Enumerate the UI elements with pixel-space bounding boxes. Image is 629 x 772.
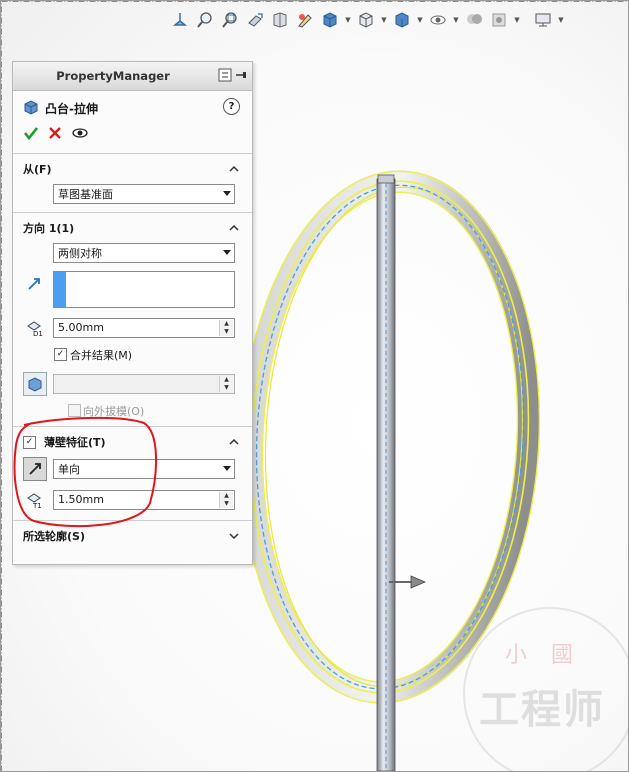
thickness-value: 1.50mm	[58, 493, 104, 506]
from-select-value: 草图基准面	[58, 188, 113, 201]
depth-value: 5.00mm	[58, 321, 104, 334]
draft-outward-checkbox[interactable]	[68, 404, 81, 417]
section-icon[interactable]	[269, 9, 291, 31]
draft-toggle-icon[interactable]	[23, 372, 47, 396]
eye-icon[interactable]	[71, 126, 89, 143]
chevron-down-icon[interactable]	[228, 529, 240, 541]
divider	[13, 426, 252, 427]
property-manager-header: PropertyManager	[13, 62, 252, 91]
display-style-icon[interactable]	[355, 9, 377, 31]
depth-spin-input[interactable]: 5.00mm ▲ ▼	[53, 318, 235, 338]
zoom-fit-icon[interactable]	[194, 9, 216, 31]
end-condition-value: 两侧对称	[58, 247, 102, 260]
thin-reverse-direction-icon[interactable]	[23, 457, 47, 481]
direction1-section-header[interactable]: 方向 1(1)	[23, 219, 242, 237]
from-select[interactable]: 草图基准面	[53, 184, 235, 204]
x-icon[interactable]	[48, 126, 62, 143]
draft-spin-buttons[interactable]: ▲ ▼	[219, 376, 233, 392]
chevron-up-icon[interactable]	[228, 162, 240, 174]
feature-name: 凸台-拉伸	[45, 101, 98, 116]
monitor-dropdown-icon[interactable]: ▼	[557, 16, 565, 24]
previous-view-icon[interactable]	[244, 9, 266, 31]
chevron-up-icon[interactable]	[228, 221, 240, 233]
divider	[13, 153, 252, 154]
edit-appearance-dropdown-icon[interactable]: ▼	[452, 16, 460, 24]
app-window: 小國 工程师 ▼ ▼ ▼ ▼ ▼ ▼ PropertyManager 凸台-拉伸…	[0, 0, 629, 772]
view-orientation-icon[interactable]	[319, 9, 341, 31]
draft-angle-input[interactable]: ▲ ▼	[53, 374, 235, 394]
reverse-direction-icon[interactable]	[23, 273, 45, 295]
apply-scene-icon[interactable]	[463, 9, 485, 31]
help-icon[interactable]: ?	[223, 98, 240, 115]
thin-type-select[interactable]: 单向	[53, 459, 235, 479]
dynamic-annotation-icon[interactable]	[294, 9, 316, 31]
thin-feature-checkbox[interactable]: ✓	[23, 435, 36, 449]
draft-outward-label: 向外拔模(O)	[83, 405, 145, 418]
divider	[13, 520, 252, 521]
svg-text:T1: T1	[32, 502, 42, 510]
from-section-header[interactable]: 从(F)	[23, 160, 242, 178]
extrude-boss-icon	[23, 99, 39, 118]
depth-spin-buttons[interactable]: ▲ ▼	[219, 320, 233, 336]
heads-up-view-toolbar: ▼ ▼ ▼ ▼ ▼ ▼	[169, 7, 565, 33]
chevron-down-icon	[220, 461, 234, 477]
hide-show-dropdown-icon[interactable]: ▼	[416, 16, 424, 24]
thin-type-value: 单向	[58, 463, 80, 476]
checkmark-icon[interactable]	[23, 125, 39, 144]
view-settings-icon[interactable]	[488, 9, 510, 31]
chevron-down-icon	[220, 186, 234, 202]
hide-show-icon[interactable]	[391, 9, 413, 31]
selected-contours-label: 所选轮廓(S)	[23, 530, 85, 543]
view-settings-dropdown-icon[interactable]: ▼	[513, 16, 521, 24]
selection-marker	[54, 272, 66, 307]
direction-vector-list[interactable]	[53, 271, 235, 308]
selected-contours-section-header[interactable]: 所选轮廓(S)	[23, 527, 242, 545]
pin-icon[interactable]	[234, 68, 248, 85]
zoom-area-icon[interactable]	[219, 9, 241, 31]
thickness-spin-input[interactable]: 1.50mm ▲ ▼	[53, 490, 235, 510]
svg-text:D1: D1	[33, 330, 43, 338]
display-style-dropdown-icon[interactable]: ▼	[380, 16, 388, 24]
merge-result-checkbox[interactable]: ✓	[54, 348, 67, 361]
property-manager-title: PropertyManager	[56, 69, 170, 83]
thickness-spin-buttons[interactable]: ▲ ▼	[219, 492, 233, 508]
collapse-panel-icon[interactable]	[218, 68, 232, 85]
thin-feature-section-header[interactable]: ✓ 薄壁特征(T)	[23, 433, 242, 451]
thin-feature-label: 薄壁特征(T)	[44, 436, 106, 449]
thickness-dimension-icon: T1	[23, 489, 45, 511]
direction1-section-label: 方向 1(1)	[23, 222, 75, 235]
view-orientation-dropdown-icon[interactable]: ▼	[344, 16, 352, 24]
depth-dimension-icon: D1	[23, 317, 45, 339]
feature-title-row: 凸台-拉伸 ?	[23, 98, 242, 118]
monitor-icon[interactable]	[532, 9, 554, 31]
divider	[13, 212, 252, 213]
merge-result-label: 合并结果(M)	[70, 349, 133, 362]
chevron-up-icon[interactable]	[228, 435, 240, 447]
from-section-label: 从(F)	[23, 163, 52, 176]
action-buttons	[23, 124, 89, 144]
end-condition-select[interactable]: 两侧对称	[53, 243, 235, 263]
rod-body	[376, 174, 396, 771]
edit-appearance-icon[interactable]	[427, 9, 449, 31]
header-controls	[218, 68, 248, 85]
chevron-down-icon	[220, 245, 234, 261]
section-view-icon[interactable]	[169, 9, 191, 31]
property-manager-panel: PropertyManager 凸台-拉伸 ? 从(F) 草图基准面 方向 1(…	[12, 61, 253, 565]
